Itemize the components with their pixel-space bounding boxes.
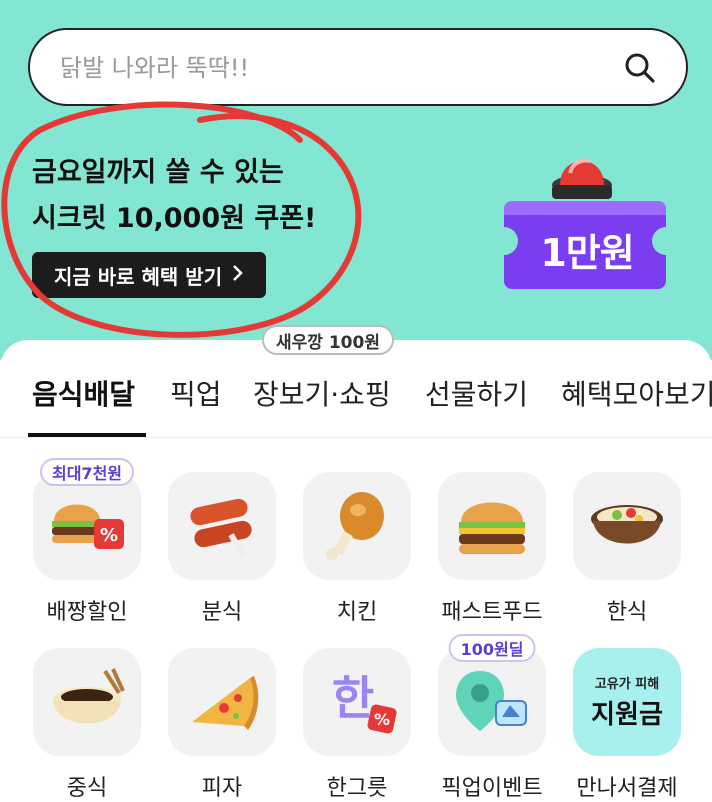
- promo-line-1: 금요일까지 쓸 수 있는: [32, 157, 284, 188]
- tab-promo-badge: 새우깡 100원: [262, 325, 394, 355]
- category-label: 패스트푸드: [441, 600, 543, 625]
- category-chinese[interactable]: 중식: [32, 648, 142, 802]
- category-tile: [303, 472, 411, 580]
- get-benefit-button[interactable]: 지금 바로 혜택 받기: [32, 252, 267, 298]
- category-badge: 최대7천원: [39, 458, 135, 486]
- tab-food-delivery[interactable]: 음식배달: [32, 373, 135, 413]
- category-pay-in-person[interactable]: 고유가 피해 지원금 만나서결제: [572, 648, 682, 802]
- category-tabs: 음식배달 픽업 장보기·쇼핑 선물하기 혜택모아보기: [0, 365, 712, 438]
- svg-text:%: %: [374, 710, 390, 729]
- search-bar[interactable]: [28, 28, 688, 106]
- category-tile: 최대7천원 %: [33, 458, 141, 580]
- sausage-icon: [190, 498, 252, 557]
- pizza-icon: [192, 676, 259, 730]
- burger-discount-icon: %: [52, 504, 124, 549]
- category-tile: [33, 648, 141, 756]
- category-tile: [438, 472, 546, 580]
- category-bunsik[interactable]: 분식: [167, 472, 277, 626]
- category-label: 중식: [66, 776, 108, 801]
- category-label: 픽업이벤트: [441, 776, 543, 801]
- jajangmyeon-icon: [53, 668, 125, 724]
- pickup-pin-icon: [456, 671, 527, 731]
- category-label: 한식: [606, 600, 648, 625]
- category-label: 배짱할인: [46, 600, 128, 625]
- category-label: 만나서결제: [576, 776, 678, 801]
- svg-text:한: 한: [332, 671, 374, 725]
- active-tab-indicator: [28, 433, 146, 437]
- tab-shopping[interactable]: 장보기·쇼핑: [253, 373, 391, 413]
- category-tile: [573, 472, 681, 580]
- category-tile: [168, 648, 276, 756]
- category-label: 한그릇: [326, 776, 388, 801]
- search-icon: [625, 53, 655, 83]
- category-tile: [168, 472, 276, 580]
- coupon-amount: 1만원: [540, 231, 634, 275]
- category-chicken[interactable]: 치킨: [302, 472, 412, 626]
- chevron-right-icon: [232, 263, 244, 287]
- category-label: 치킨: [336, 600, 378, 625]
- category-tile: 한 %: [303, 648, 411, 756]
- category-badge: 100원딜: [448, 634, 536, 662]
- bibimbap-icon: [591, 505, 663, 544]
- category-pizza[interactable]: 피자: [167, 648, 277, 802]
- support-tile-title: 지원금: [591, 700, 663, 730]
- promo-headline: 금요일까지 쓸 수 있는 시크릿 10,000원 쿠폰!: [32, 150, 316, 242]
- search-button[interactable]: [620, 48, 660, 88]
- chicken-leg-icon: [326, 492, 384, 560]
- category-fastfood[interactable]: 패스트푸드: [437, 472, 547, 626]
- category-discount[interactable]: 최대7천원 % 배짱할인: [32, 458, 142, 626]
- tab-benefits[interactable]: 혜택모아보기: [561, 373, 712, 413]
- category-label: 피자: [201, 776, 243, 801]
- promo-line-2: 시크릿 10,000원 쿠폰!: [32, 203, 317, 234]
- search-input[interactable]: [58, 48, 622, 88]
- get-benefit-label: 지금 바로 혜택 받기: [54, 264, 223, 289]
- han-discount-icon: 한 %: [332, 671, 397, 734]
- category-label: 분식: [201, 600, 243, 625]
- category-one-bowl[interactable]: 한 % 한그릇: [302, 648, 412, 802]
- category-pickup-event[interactable]: 100원딜 픽업이벤트: [437, 634, 547, 802]
- tab-gift[interactable]: 선물하기: [425, 373, 528, 413]
- tab-pickup[interactable]: 픽업: [170, 373, 222, 413]
- burger-icon: [459, 502, 525, 554]
- category-korean[interactable]: 한식: [572, 472, 682, 626]
- support-fund-tile: 고유가 피해 지원금: [573, 648, 681, 756]
- category-tile: 100원딜: [438, 634, 546, 756]
- support-tile-subtitle: 고유가 피해: [594, 677, 660, 692]
- svg-text:%: %: [100, 525, 118, 546]
